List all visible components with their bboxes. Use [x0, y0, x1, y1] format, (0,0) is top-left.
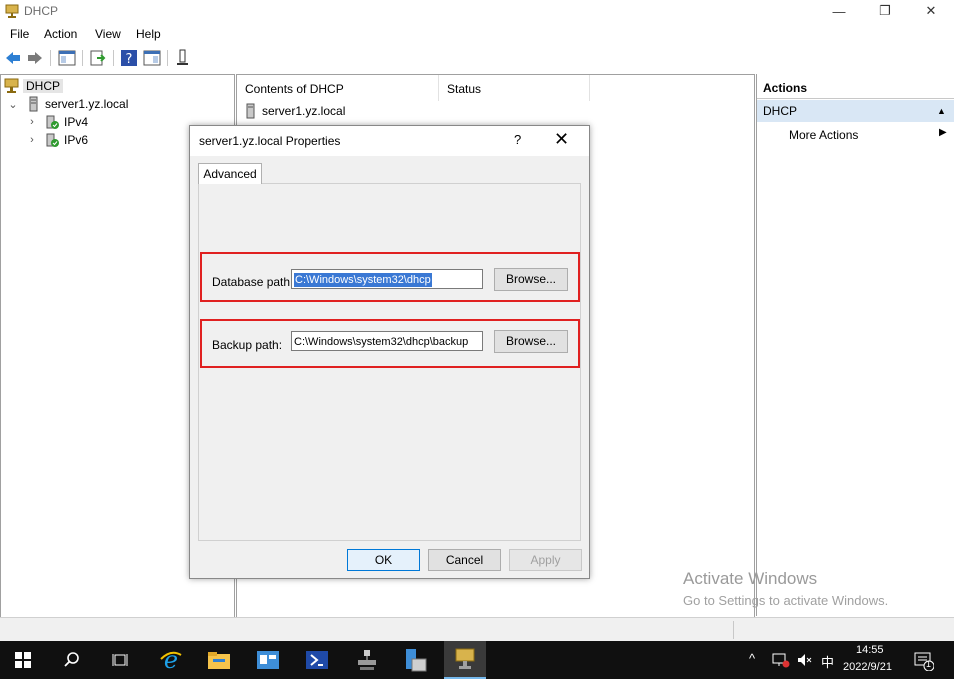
actions-pane: Actions DHCP ▲ More Actions ▶: [756, 74, 954, 616]
properties-dialog: server1.yz.local Properties ? ✕ Advanced…: [189, 125, 590, 579]
dialog-title: server1.yz.local Properties: [199, 134, 341, 148]
export-list-icon[interactable]: [89, 49, 107, 67]
windows-logo-icon: [15, 652, 31, 668]
dhcp-icon: [455, 648, 475, 669]
powershell-button[interactable]: [302, 645, 332, 675]
more-actions-item[interactable]: More Actions: [789, 128, 858, 142]
server-icon: [29, 96, 38, 112]
ok-button[interactable]: OK: [347, 549, 420, 571]
actions-section-dhcp[interactable]: DHCP ▲: [757, 100, 954, 122]
highlight-box-backup: [200, 319, 580, 368]
tree-node-ipv6[interactable]: › IPv6: [26, 131, 88, 149]
list-item-label: server1.yz.local: [262, 104, 346, 118]
ipv6-icon: [46, 133, 59, 147]
help-icon[interactable]: ?: [120, 49, 138, 67]
submenu-arrow-icon: ▶: [939, 127, 947, 138]
volume-muted-icon[interactable]: [796, 652, 812, 668]
highlight-box-database: [200, 252, 580, 302]
tree-node-dhcp[interactable]: DHCP: [3, 77, 64, 95]
column-header-status[interactable]: Status: [439, 75, 590, 101]
clock-date[interactable]: 2022/9/21: [843, 661, 892, 673]
minimize-button[interactable]: —: [816, 0, 862, 22]
activation-watermark-title: Activate Windows: [683, 569, 818, 588]
chevron-down-icon[interactable]: ⌄: [7, 98, 19, 111]
dhcp-app-icon: [5, 4, 19, 18]
task-view-icon: [112, 654, 128, 666]
task-view-button[interactable]: [105, 645, 135, 675]
cancel-button[interactable]: Cancel: [428, 549, 501, 571]
show-hide-console-tree-icon[interactable]: [58, 49, 76, 67]
menu-bar: File Action View Help: [0, 24, 954, 44]
actions-section-label: DHCP: [763, 104, 798, 118]
file-explorer-button[interactable]: [204, 645, 234, 675]
server-icon: [246, 103, 255, 119]
tree-node-server[interactable]: ⌄ server1.yz.local: [7, 95, 128, 113]
menu-file[interactable]: File: [10, 27, 29, 41]
internet-explorer-button[interactable]: e: [156, 645, 186, 675]
search-button[interactable]: [57, 645, 87, 675]
network-tool-button[interactable]: [352, 645, 382, 675]
back-arrow-icon[interactable]: [4, 49, 22, 67]
chevron-right-icon[interactable]: ›: [26, 116, 38, 128]
server-tool-icon[interactable]: [174, 49, 192, 67]
dialog-help-button[interactable]: ?: [514, 132, 521, 147]
tray-expand-icon[interactable]: ^: [749, 651, 755, 666]
activation-watermark-text: Go to Settings to activate Windows.: [683, 593, 889, 608]
close-window-button[interactable]: ✕: [908, 0, 954, 22]
tree-node-ipv4[interactable]: › IPv4: [26, 113, 88, 131]
network-status-icon[interactable]: [772, 652, 790, 668]
dialog-title-bar: server1.yz.local Properties ? ✕: [190, 126, 589, 156]
ime-indicator[interactable]: 中: [821, 652, 834, 671]
dhcp-taskbar-button[interactable]: [444, 641, 486, 679]
network-icon: [358, 650, 376, 670]
list-item[interactable]: server1.yz.local: [245, 102, 345, 120]
chevron-right-icon[interactable]: ›: [26, 134, 38, 146]
forward-arrow-icon[interactable]: [26, 49, 44, 67]
folder-icon: [208, 652, 230, 669]
show-action-pane-icon[interactable]: [143, 49, 161, 67]
ipv4-icon: [46, 115, 59, 129]
menu-action[interactable]: Action: [44, 27, 77, 41]
actions-header: Actions: [757, 78, 954, 99]
server-manager-icon: [257, 651, 279, 669]
toolbar: ?: [0, 45, 954, 71]
dns-icon: [406, 649, 427, 672]
svg-text:e: e: [164, 647, 178, 673]
svg-text:?: ?: [126, 52, 133, 67]
tree-label-dhcp: DHCP: [23, 79, 64, 93]
apply-button[interactable]: Apply: [509, 549, 582, 571]
tree-label-ipv4: IPv4: [64, 115, 89, 129]
status-bar: [0, 617, 954, 642]
menu-help[interactable]: Help: [136, 27, 161, 41]
tree-label-ipv6: IPv6: [64, 133, 89, 147]
start-button[interactable]: [8, 645, 38, 675]
taskbar: e ^ 中 14:55 2022/9/21 1: [0, 641, 954, 679]
notification-count-badge: 1: [926, 659, 932, 669]
title-bar: DHCP — ❐ ✕: [0, 0, 954, 22]
collapse-triangle-icon[interactable]: ▲: [937, 100, 946, 122]
dialog-close-button[interactable]: ✕: [554, 129, 569, 150]
clock-time[interactable]: 14:55: [856, 644, 884, 656]
internet-explorer-icon: e: [160, 647, 182, 673]
powershell-icon: [306, 651, 328, 669]
column-header-contents[interactable]: Contents of DHCP: [237, 75, 439, 101]
tree-label-server: server1.yz.local: [45, 97, 129, 111]
dns-manager-button[interactable]: [400, 645, 430, 675]
dhcp-icon: [4, 78, 19, 93]
more-actions-label: More Actions: [789, 128, 859, 142]
tab-advanced[interactable]: Advanced: [198, 163, 262, 184]
restore-button[interactable]: ❐: [862, 0, 908, 22]
menu-view[interactable]: View: [95, 27, 121, 41]
server-manager-button[interactable]: [253, 645, 283, 675]
window-title: DHCP: [24, 4, 59, 18]
search-icon: [64, 652, 79, 667]
